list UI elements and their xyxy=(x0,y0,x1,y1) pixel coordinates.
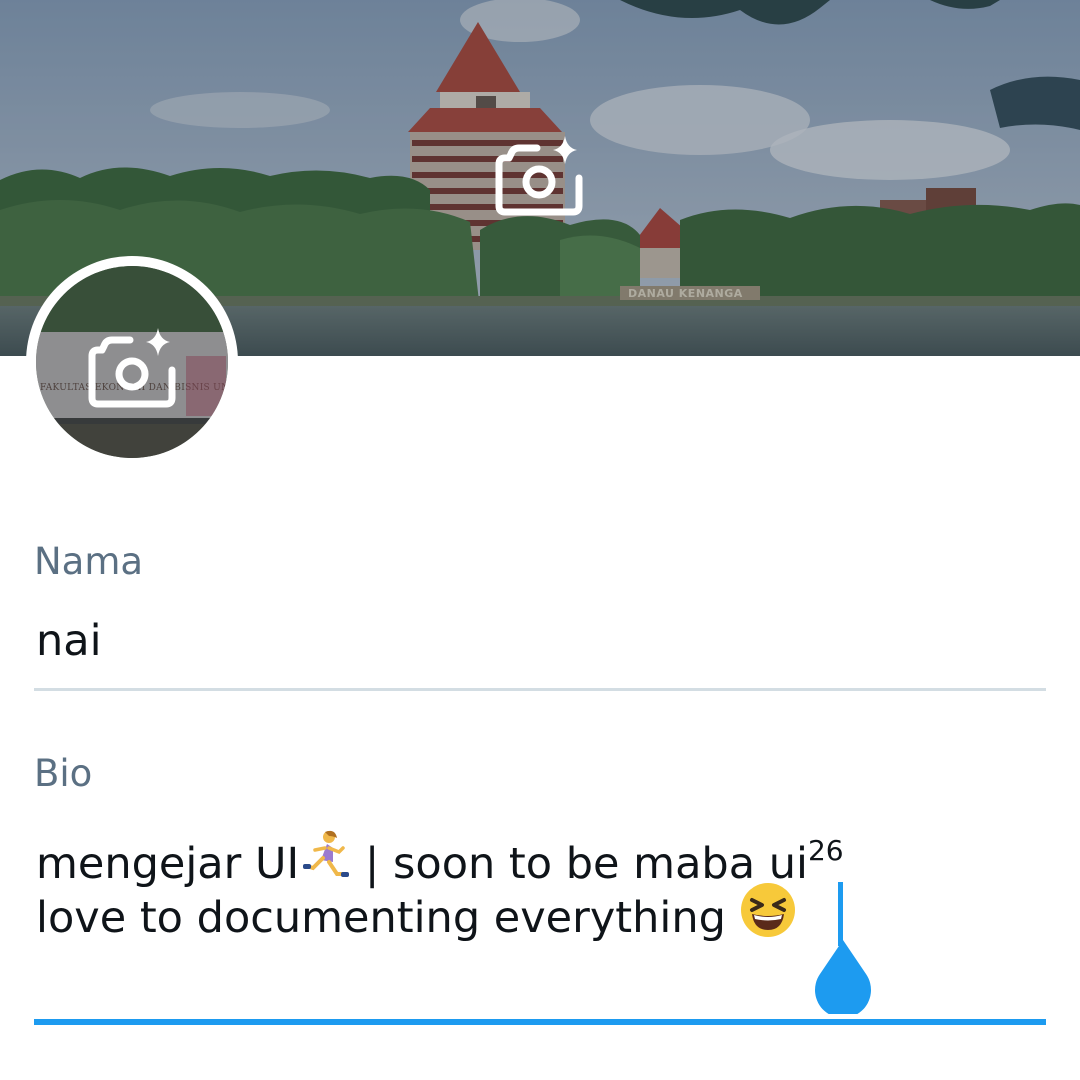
bio-field[interactable]: Bio mengejar UI | soon to be maba ui26 l… xyxy=(34,752,1046,1028)
name-input[interactable]: nai xyxy=(36,610,102,672)
bio-input-line-2[interactable]: love to documenting everything xyxy=(36,882,796,955)
bio-line2-text: love to documenting everything xyxy=(36,893,740,943)
edit-profile-screen: DANAU KENANGA FAKULTAS EKONOMI DAN BISNI… xyxy=(0,0,1080,1080)
bio-line1-superscript: 26 xyxy=(807,834,844,867)
bio-field-label: Bio xyxy=(34,752,93,795)
name-field-label: Nama xyxy=(34,540,144,583)
change-header-camera-icon[interactable] xyxy=(493,132,585,218)
text-cursor xyxy=(838,882,843,946)
change-avatar-camera-icon[interactable] xyxy=(86,324,178,410)
name-field[interactable]: Nama nai xyxy=(34,540,1046,694)
grinning-squinting-face-emoji-icon xyxy=(740,882,796,955)
cursor-drag-handle-icon[interactable] xyxy=(812,940,874,1018)
bio-field-underline-active xyxy=(34,1019,1046,1025)
name-field-underline xyxy=(34,688,1046,691)
